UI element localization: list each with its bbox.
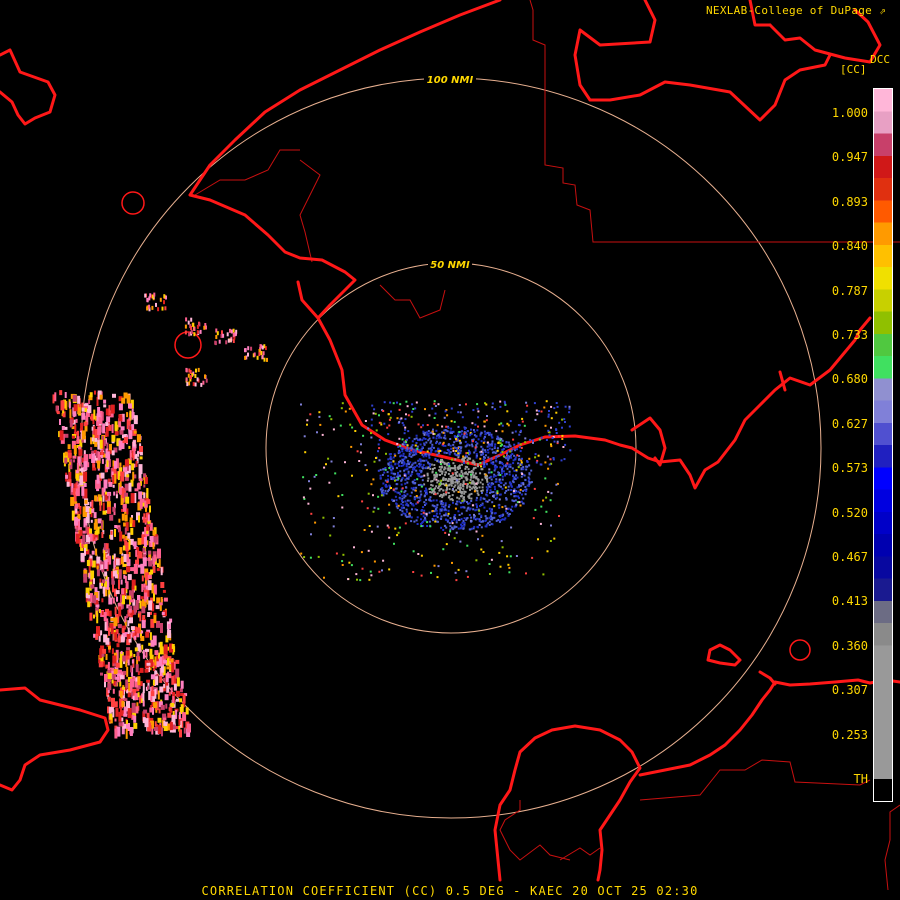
colorbar-tick: 0.947 (831, 150, 868, 165)
colorbar-tick: 0.787 (831, 283, 868, 298)
ring-label-50nmi: 50 NMI (430, 260, 470, 271)
external-link-icon[interactable]: ⇗ (879, 4, 886, 17)
colorbar (873, 88, 893, 802)
colorbar-tick: 0.467 (831, 550, 868, 564)
product-title: CORRELATION COEFFICIENT (CC) 0.5 DEG - K… (201, 884, 699, 898)
colorbar-tick: 0.253 (831, 727, 868, 742)
colorbar-tick: 0.360 (831, 638, 868, 653)
colorbar-tick: 0.893 (831, 194, 868, 209)
colorbar-tick: 0.573 (831, 461, 868, 476)
colorbar-tick: 0.413 (831, 594, 868, 609)
unit-label: [CC] (840, 63, 867, 76)
colorbar-tick: 1.000 (831, 106, 868, 120)
colorbar-tick: 0.627 (831, 416, 868, 431)
colorbar-tick: 0.733 (831, 328, 868, 342)
colorbar-tick: 0.840 (831, 239, 868, 254)
product-code: DCC (870, 53, 890, 66)
radar-echoes (52, 292, 572, 739)
ring-label-100nmi: 100 NMI (427, 75, 474, 86)
political-boundaries (194, 0, 900, 891)
colorbar-tick: TH (853, 772, 868, 786)
credit-label: NEXLAB-College of DuPage ⇗ (705, 4, 886, 17)
colorbar-tick: 0.680 (831, 372, 868, 387)
colorbar-tick: 0.307 (831, 683, 868, 698)
radar-map: 100 NMI 50 NMI (0, 0, 900, 891)
colorbar-tick: 0.520 (831, 505, 868, 520)
